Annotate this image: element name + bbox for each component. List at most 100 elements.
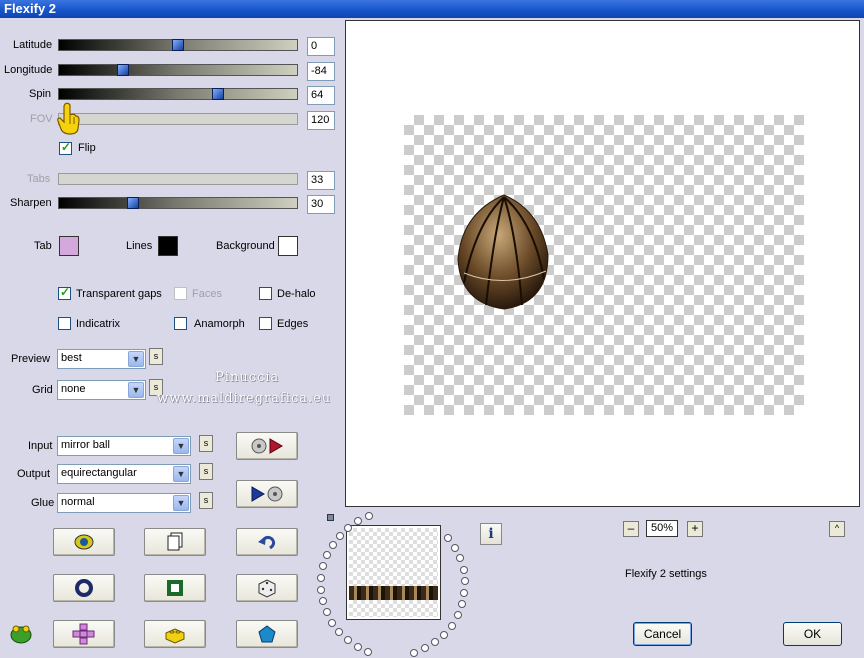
faces-checkbox[interactable] bbox=[174, 287, 187, 300]
pentagon-icon bbox=[258, 625, 276, 643]
undo-button[interactable] bbox=[236, 528, 298, 556]
collapse-button[interactable]: ^ bbox=[829, 521, 845, 537]
sharpen-slider-thumb[interactable] bbox=[126, 197, 139, 209]
navigator-dot bbox=[364, 647, 373, 656]
zoom-out-button[interactable]: – bbox=[623, 521, 639, 537]
tab-color-label: Tab bbox=[34, 240, 52, 252]
transparent-gaps-checkbox[interactable] bbox=[58, 285, 71, 300]
ring-icon bbox=[75, 579, 93, 597]
pentagon-button[interactable] bbox=[236, 620, 298, 648]
info-button[interactable]: i bbox=[480, 523, 502, 545]
cancel-button[interactable]: Cancel bbox=[633, 622, 692, 646]
latitude-slider[interactable] bbox=[58, 39, 298, 51]
latitude-label: Latitude bbox=[13, 39, 53, 51]
anamorph-checkbox[interactable] bbox=[174, 317, 187, 330]
dice-icon bbox=[258, 579, 276, 598]
indicatrix-checkbox[interactable] bbox=[58, 317, 71, 330]
ring-button[interactable] bbox=[53, 574, 115, 602]
lines-color-swatch[interactable] bbox=[158, 236, 178, 256]
preview-select-label: Preview bbox=[11, 353, 51, 365]
chevron-down-icon[interactable]: ▼ bbox=[128, 351, 144, 367]
navigator-dot bbox=[335, 628, 344, 637]
output-select[interactable]: equirectangular ▼ bbox=[57, 464, 191, 484]
sharpen-slider[interactable] bbox=[58, 197, 298, 209]
tabs-value[interactable]: 33 bbox=[307, 171, 335, 190]
watermark-line2: www.maldiregrafica.eu bbox=[157, 391, 332, 406]
navigator-image-strip bbox=[349, 586, 438, 600]
longitude-slider[interactable] bbox=[58, 64, 298, 76]
glue-select[interactable]: normal ▼ bbox=[57, 493, 191, 513]
navigator-thumbnail[interactable] bbox=[346, 525, 441, 620]
preview-select[interactable]: best ▼ bbox=[57, 349, 146, 369]
spin-slider[interactable] bbox=[58, 88, 298, 100]
preview-s-button[interactable]: s bbox=[149, 348, 163, 365]
input-s-button[interactable]: s bbox=[199, 435, 213, 452]
navigator-dot bbox=[460, 588, 469, 597]
input-select[interactable]: mirror ball ▼ bbox=[57, 436, 191, 456]
sharpen-value[interactable]: 30 bbox=[307, 195, 335, 214]
frame-button[interactable] bbox=[144, 574, 206, 602]
lines-color-label: Lines bbox=[126, 240, 153, 252]
grid-select[interactable]: none ▼ bbox=[57, 380, 146, 400]
navigator-dot bbox=[317, 573, 326, 582]
spin-value[interactable]: 64 bbox=[307, 86, 335, 105]
flip-checkbox[interactable] bbox=[59, 140, 72, 155]
grid-select-label: Grid bbox=[32, 384, 53, 396]
fov-value[interactable]: 120 bbox=[307, 111, 335, 130]
grid-select-value: none bbox=[61, 383, 86, 395]
preview-canvas[interactable] bbox=[345, 20, 860, 507]
randomize-all-button[interactable] bbox=[53, 528, 115, 556]
navigator-dot bbox=[458, 600, 467, 609]
longitude-value[interactable]: -84 bbox=[307, 62, 335, 81]
de-halo-checkbox[interactable] bbox=[259, 287, 272, 300]
navigator-dot bbox=[456, 554, 465, 563]
chevron-down-icon[interactable]: ▼ bbox=[173, 495, 189, 511]
window-title: Flexify 2 bbox=[0, 0, 864, 18]
de-halo-label: De-halo bbox=[277, 288, 316, 300]
zoom-in-button[interactable]: + bbox=[687, 521, 703, 537]
dice-button[interactable] bbox=[236, 574, 298, 602]
tab-color-swatch[interactable] bbox=[59, 236, 79, 256]
tabs-label: Tabs bbox=[27, 173, 51, 185]
transparency-checkerboard bbox=[404, 115, 804, 415]
cross-button[interactable] bbox=[53, 620, 115, 648]
navigator-dot bbox=[364, 512, 373, 521]
zoom-level: 50% bbox=[646, 520, 678, 537]
background-color-swatch[interactable] bbox=[278, 236, 298, 256]
navigator-dot bbox=[431, 638, 440, 647]
edges-checkbox[interactable] bbox=[259, 317, 272, 330]
spin-slider-thumb[interactable] bbox=[212, 88, 225, 100]
fov-slider[interactable] bbox=[58, 113, 298, 125]
tabs-slider[interactable] bbox=[58, 173, 298, 185]
navigator-dot bbox=[451, 543, 460, 552]
brick-button[interactable] bbox=[144, 620, 206, 648]
convert-back-button[interactable] bbox=[236, 480, 298, 508]
sharpen-label: Sharpen bbox=[10, 197, 52, 209]
anamorph-label: Anamorph bbox=[194, 318, 245, 330]
copy-button[interactable] bbox=[144, 528, 206, 556]
convert-forward-button[interactable] bbox=[236, 432, 298, 460]
navigator-dot bbox=[444, 534, 453, 543]
copy-pages-icon bbox=[167, 532, 183, 551]
dialog-body: Latitude 0 Longitude -84 Spin 64 FOV 120… bbox=[0, 18, 864, 658]
navigator-dot bbox=[319, 562, 328, 571]
latitude-value[interactable]: 0 bbox=[307, 37, 335, 56]
indicatrix-label: Indicatrix bbox=[76, 318, 121, 330]
output-s-button[interactable]: s bbox=[199, 463, 213, 480]
latitude-slider-thumb[interactable] bbox=[172, 39, 184, 51]
flexified-image bbox=[457, 194, 549, 310]
flip-label: Flip bbox=[78, 142, 96, 154]
fov-label: FOV bbox=[30, 113, 53, 125]
chevron-down-icon[interactable]: ▼ bbox=[173, 438, 189, 454]
navigator-dot bbox=[344, 523, 353, 532]
navigator-dot bbox=[447, 621, 456, 630]
chevron-down-icon[interactable]: ▼ bbox=[128, 382, 144, 398]
longitude-slider-thumb[interactable] bbox=[117, 64, 130, 76]
navigator-handle[interactable] bbox=[327, 514, 334, 521]
navigator-dot bbox=[328, 540, 337, 549]
glue-s-button[interactable]: s bbox=[199, 492, 213, 509]
navigator-dot bbox=[335, 531, 344, 540]
ok-button[interactable]: OK bbox=[783, 622, 842, 646]
chevron-down-icon[interactable]: ▼ bbox=[173, 466, 189, 482]
hand-pointer-icon bbox=[57, 102, 80, 135]
